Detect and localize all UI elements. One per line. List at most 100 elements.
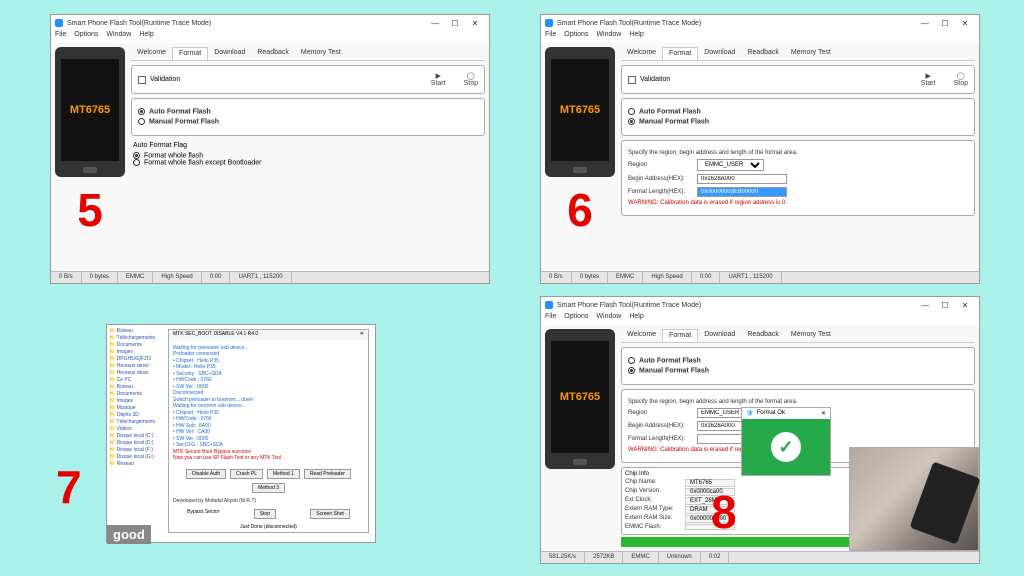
- disable-auth-button[interactable]: Disable Auth: [186, 469, 226, 479]
- tree-item[interactable]: 📁 Documents: [109, 342, 160, 348]
- screenshot-button[interactable]: Screen Shot: [310, 509, 350, 519]
- folder-tree[interactable]: 📁 Bureau📁 Téléchargements📁 Documents📁 Im…: [107, 325, 162, 542]
- whole-flash-label: Format whole flash: [144, 152, 203, 159]
- tab-memtest[interactable]: Memory Test: [785, 47, 837, 60]
- region-field[interactable]: [697, 408, 747, 418]
- tab-format[interactable]: Format: [662, 329, 698, 342]
- phone-chip-label: MT6765: [61, 59, 119, 161]
- close-icon[interactable]: ✕: [360, 331, 364, 339]
- radio-auto-format[interactable]: [628, 108, 635, 115]
- minimize-button[interactable]: —: [425, 16, 445, 30]
- tree-item[interactable]: 📁 Musique: [109, 405, 160, 411]
- stop-button[interactable]: ◯Stop: [464, 72, 478, 87]
- begin-address-input[interactable]: [697, 174, 787, 184]
- maximize-button[interactable]: ☐: [935, 16, 955, 30]
- radio-manual-format[interactable]: [138, 118, 145, 125]
- tab-readback[interactable]: Readback: [741, 47, 785, 60]
- start-button[interactable]: ▶Start: [431, 72, 446, 87]
- minimize-button[interactable]: —: [915, 16, 935, 30]
- tab-format[interactable]: Format: [662, 47, 698, 60]
- tree-item[interactable]: 📁 Téléchargements: [109, 335, 160, 341]
- tree-item[interactable]: 📁 Disque local (F:): [109, 447, 160, 453]
- log-line: • Chipset : Helio P35: [173, 410, 364, 416]
- crash-pl-button[interactable]: Crash PL: [230, 469, 263, 479]
- tree-item[interactable]: 📁 Disque local (D:): [109, 440, 160, 446]
- radio-except-bootloader[interactable]: [133, 159, 140, 166]
- menu-help[interactable]: Help: [629, 31, 643, 43]
- log-line: • Chipset : Helio P35: [173, 358, 364, 364]
- menu-window[interactable]: Window: [596, 313, 621, 325]
- menu-file[interactable]: File: [55, 31, 66, 43]
- menu-options[interactable]: Options: [74, 31, 98, 43]
- status-text: Just Done (disconnected): [169, 522, 368, 532]
- region-select[interactable]: EMMC_USER: [697, 159, 764, 171]
- tree-item[interactable]: 📁 Ce PC: [109, 377, 160, 383]
- maximize-button[interactable]: ☐: [935, 298, 955, 312]
- menu-file[interactable]: File: [545, 31, 556, 43]
- radio-auto-format[interactable]: [628, 357, 635, 364]
- tree-item[interactable]: 📁 Bureau: [109, 328, 160, 334]
- start-button[interactable]: ▶Start: [921, 72, 936, 87]
- validation-checkbox[interactable]: [138, 76, 146, 84]
- close-button[interactable]: ✕: [465, 16, 485, 30]
- tree-item[interactable]: 📁 DPGH5XQF2I3: [109, 356, 160, 362]
- radio-manual-format[interactable]: [628, 367, 635, 374]
- tree-item[interactable]: 📁 Téléchargements: [109, 419, 160, 425]
- menu-window[interactable]: Window: [596, 31, 621, 43]
- titlebar: Smart Phone Flash Tool(Runtime Trace Mod…: [541, 15, 979, 31]
- tree-item[interactable]: 📁 Images: [109, 398, 160, 404]
- menu-options[interactable]: Options: [564, 313, 588, 325]
- method1-button[interactable]: Method 1: [267, 469, 300, 479]
- radio-whole-flash[interactable]: [133, 152, 140, 159]
- tab-download[interactable]: Download: [698, 47, 741, 60]
- tab-memtest[interactable]: Memory Test: [295, 47, 347, 60]
- method3-button[interactable]: Method 3: [252, 483, 285, 493]
- tree-item[interactable]: 📁 Documents: [109, 391, 160, 397]
- tab-memtest[interactable]: Memory Test: [785, 329, 837, 342]
- tab-welcome[interactable]: Welcome: [621, 47, 662, 60]
- tab-format[interactable]: Format: [172, 47, 208, 60]
- menu-window[interactable]: Window: [106, 31, 131, 43]
- tree-item[interactable]: 📁 Bureau: [109, 384, 160, 390]
- tree-item[interactable]: 📁 Disque local (C:): [109, 433, 160, 439]
- tab-download[interactable]: Download: [208, 47, 251, 60]
- close-icon[interactable]: ✕: [821, 410, 826, 417]
- close-button[interactable]: ✕: [955, 16, 975, 30]
- format-ok-title: Format Ok: [757, 410, 785, 417]
- manual-format-label: Manual Format Flash: [149, 119, 219, 126]
- minimize-button[interactable]: —: [915, 298, 935, 312]
- stop-button[interactable]: Stop: [254, 509, 276, 519]
- read-preloader-button[interactable]: Read Preloader: [304, 469, 351, 479]
- panel-5: Smart Phone Flash Tool(Runtime Trace Mod…: [50, 14, 490, 284]
- close-button[interactable]: ✕: [955, 298, 975, 312]
- maximize-button[interactable]: ☐: [445, 16, 465, 30]
- tab-readback[interactable]: Readback: [741, 329, 785, 342]
- tree-item[interactable]: 📁 Heureux dessi: [109, 370, 160, 376]
- format-length-input[interactable]: [697, 187, 787, 197]
- radio-auto-format[interactable]: [138, 108, 145, 115]
- tree-item[interactable]: 📁 Réseau: [109, 461, 160, 467]
- tree-item[interactable]: 📁 Vidéos: [109, 426, 160, 432]
- window-title: Smart Phone Flash Tool(Runtime Trace Mod…: [557, 302, 701, 309]
- stop-button[interactable]: ◯Stop: [954, 72, 968, 87]
- tab-readback[interactable]: Readback: [251, 47, 295, 60]
- tab-welcome[interactable]: Welcome: [621, 329, 662, 342]
- menu-help[interactable]: Help: [139, 31, 153, 43]
- validation-checkbox[interactable]: [628, 76, 636, 84]
- log-line: • SW Ver : 0000: [173, 436, 364, 442]
- menu-help[interactable]: Help: [629, 313, 643, 325]
- photo-inset: [849, 447, 979, 551]
- tab-download[interactable]: Download: [698, 329, 741, 342]
- phone-home-icon: [83, 167, 97, 173]
- tree-item[interactable]: 📁 Images: [109, 349, 160, 355]
- log-line: Switch preloader to bootrom... done!: [173, 397, 364, 403]
- statusbar: 0 B/s0 bytesEMMCHigh Speed0:00UART1 , 11…: [541, 271, 979, 283]
- tree-item[interactable]: 📁 Disque local (G:): [109, 454, 160, 460]
- tree-item[interactable]: 📁 Objets 3D: [109, 412, 160, 418]
- tab-welcome[interactable]: Welcome: [131, 47, 172, 60]
- radio-manual-format[interactable]: [628, 118, 635, 125]
- menu-file[interactable]: File: [545, 313, 556, 325]
- tree-item[interactable]: 📁 Heureux dessi: [109, 363, 160, 369]
- menu-options[interactable]: Options: [564, 31, 588, 43]
- mtk-dialog: MTK SEC_BOOT DISABLE V4.1 R4.0✕ Waiting …: [168, 329, 369, 533]
